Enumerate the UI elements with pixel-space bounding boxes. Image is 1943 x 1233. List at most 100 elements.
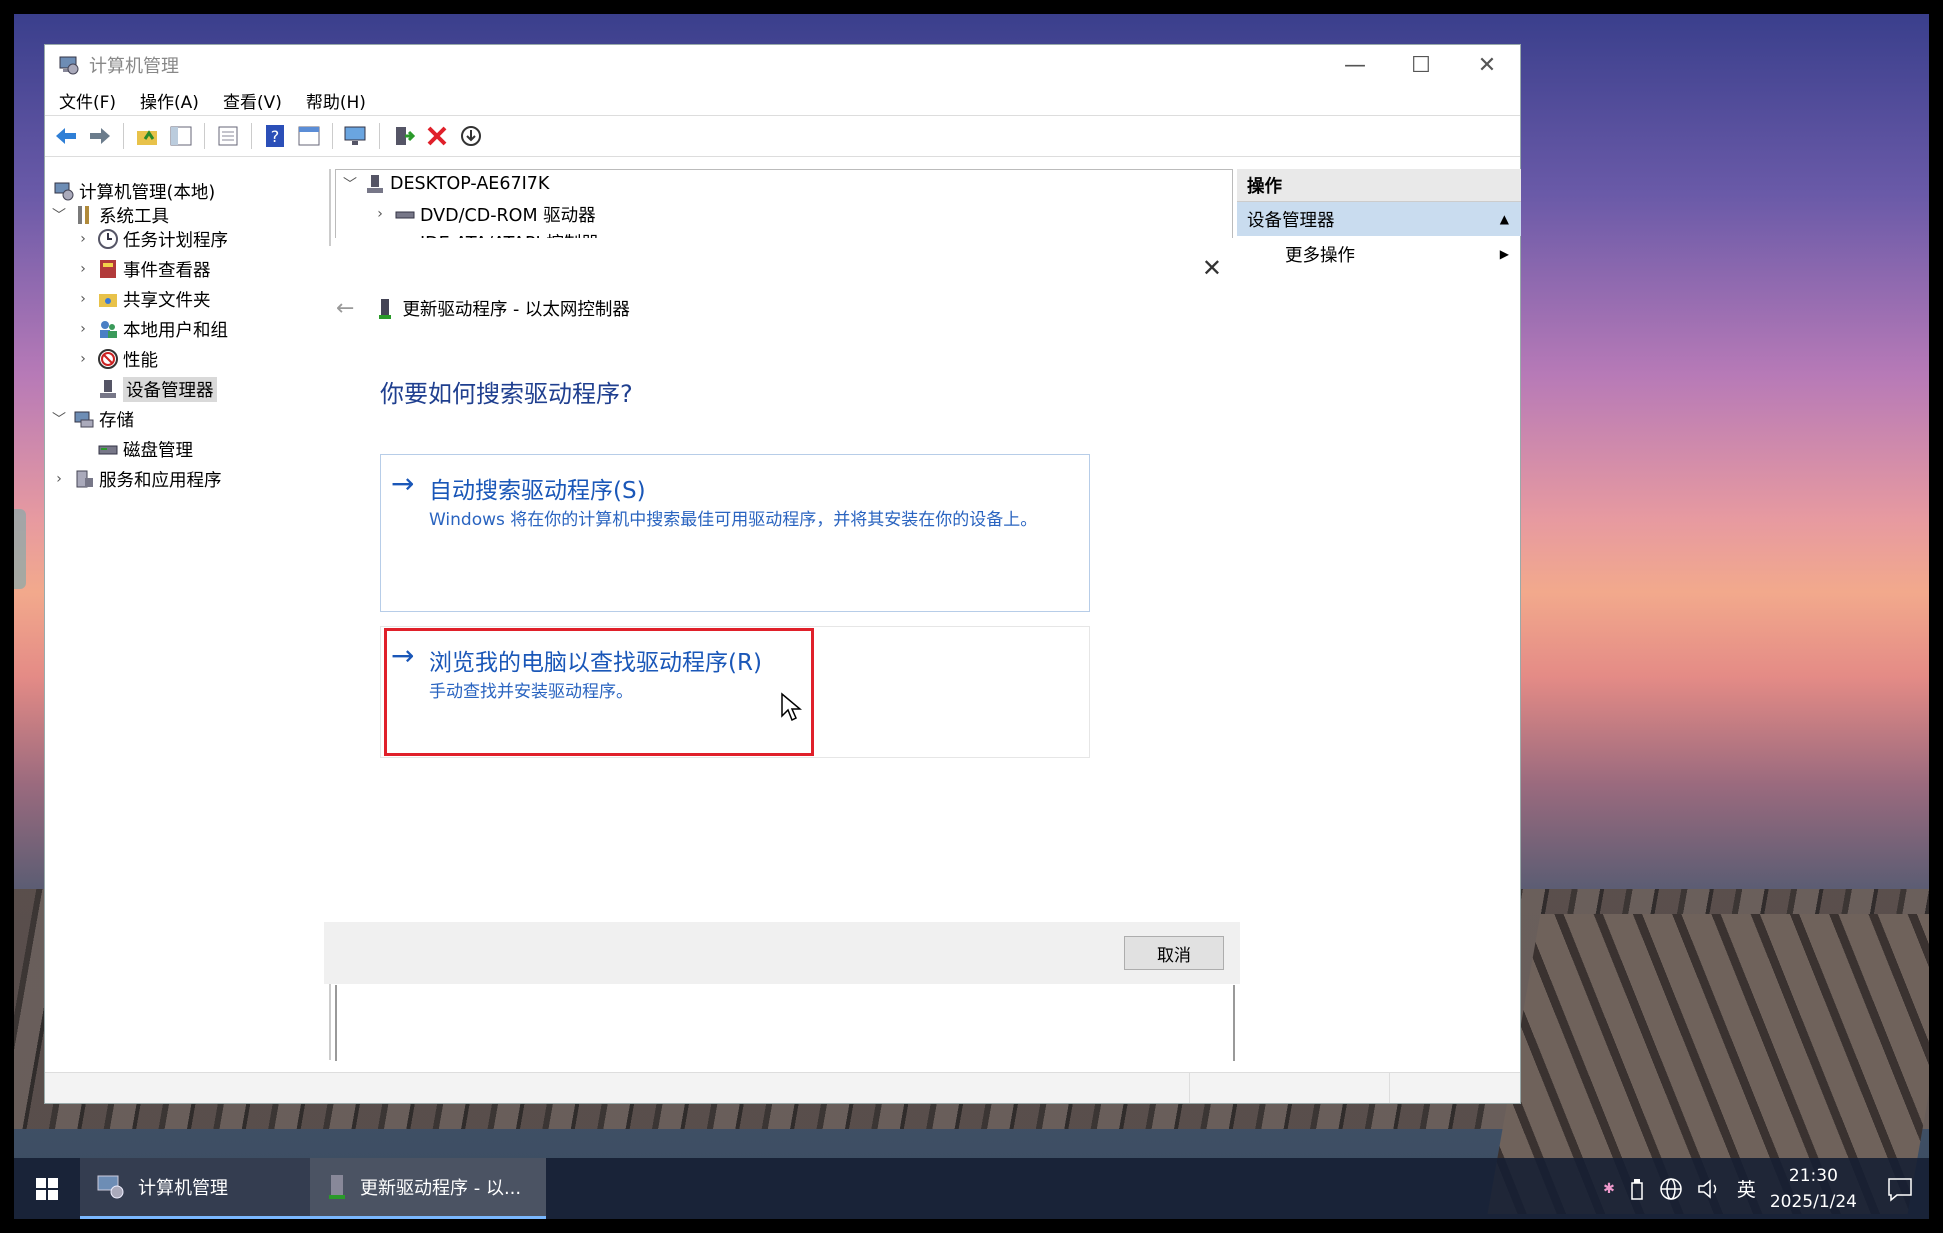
menu-action[interactable]: 操作(A) xyxy=(140,88,199,113)
chevron-right-icon[interactable]: › xyxy=(49,471,69,487)
help-icon[interactable]: ? xyxy=(260,121,290,151)
tree-label-services: 服务和应用程序 xyxy=(99,470,222,491)
taskbar-computer-management[interactable]: 计算机管理 xyxy=(80,1158,310,1219)
clock[interactable]: 21:30 2025/1/24 xyxy=(1770,1163,1857,1215)
toolbar: ? xyxy=(45,115,1520,157)
dialog-header: ← 更新驱动程序 - 以太网控制器 xyxy=(336,296,630,321)
tools-icon xyxy=(78,206,89,224)
clock-date: 2025/1/24 xyxy=(1769,1191,1857,1212)
menu-view[interactable]: 查看(V) xyxy=(223,88,282,113)
window-title: 计算机管理 xyxy=(89,56,179,77)
dialog-footer: 取消 xyxy=(324,922,1240,984)
chevron-right-icon[interactable]: › xyxy=(73,321,93,337)
device-item-dvd[interactable]: › DVD/CD-ROM 驱动器 xyxy=(370,200,596,228)
network-adapter-icon xyxy=(379,298,392,319)
tree-item-disk-management[interactable]: 磁盘管理 xyxy=(93,435,193,463)
update-driver-icon[interactable] xyxy=(388,121,418,151)
actions-section-device-manager[interactable]: 设备管理器 ▲ xyxy=(1237,202,1521,236)
cancel-button[interactable]: 取消 xyxy=(1124,936,1224,970)
collapse-up-icon[interactable]: ▲ xyxy=(1500,212,1509,226)
forward-arrow-icon[interactable] xyxy=(85,121,115,151)
tree-item-local-users[interactable]: › 本地用户和组 xyxy=(73,315,228,343)
chevron-right-icon[interactable]: › xyxy=(370,206,390,222)
tree-item-shared-folders[interactable]: › 共享文件夹 xyxy=(73,285,210,313)
svg-text:?: ? xyxy=(271,127,280,146)
computer-icon xyxy=(367,175,383,193)
tree-label-device-manager: 设备管理器 xyxy=(123,376,217,402)
taskbar-label-computer-management: 计算机管理 xyxy=(138,1178,228,1199)
device-item-computer[interactable]: ﹀ DESKTOP-AE67I7K xyxy=(340,170,549,198)
tree-item-device-manager[interactable]: 设备管理器 xyxy=(93,375,217,403)
chevron-right-icon[interactable]: › xyxy=(73,351,93,367)
services-icon xyxy=(76,470,93,488)
device-label-dvd: DVD/CD-ROM 驱动器 xyxy=(420,205,596,226)
minimize-button[interactable]: — xyxy=(1322,45,1388,85)
clock-time: 21:30 xyxy=(1788,1165,1838,1186)
tree-label-system-tools: 系统工具 xyxy=(99,206,169,227)
menu-bar: 文件(F) 操作(A) 查看(V) 帮助(H) xyxy=(45,85,1520,115)
tree-label-disk-management: 磁盘管理 xyxy=(123,440,193,461)
tree-item-event-viewer[interactable]: › 事件查看器 xyxy=(73,255,211,283)
chevron-down-icon[interactable]: ﹀ xyxy=(49,205,69,225)
console-view-icon[interactable] xyxy=(294,121,324,151)
device-item-ide[interactable]: › IDE ATA/ATAPI 控制器 xyxy=(370,228,599,239)
chevron-right-icon[interactable]: › xyxy=(370,234,390,238)
volume-icon[interactable] xyxy=(1697,1177,1723,1201)
taskbar-update-driver[interactable]: 更新驱动程序 - 以... xyxy=(310,1158,546,1219)
tree-item-performance[interactable]: › 性能 xyxy=(73,345,158,373)
actions-more-label: 更多操作 xyxy=(1285,245,1355,266)
uninstall-device-icon[interactable] xyxy=(422,121,452,151)
menu-file[interactable]: 文件(F) xyxy=(59,88,116,113)
dialog-question: 你要如何搜索驱动程序? xyxy=(380,380,633,408)
start-button[interactable] xyxy=(14,1158,80,1219)
usb-icon[interactable] xyxy=(1629,1177,1645,1201)
auto-search-option[interactable]: → 自动搜索驱动程序(S) Windows 将在你的计算机中搜索最佳可用驱动程序… xyxy=(380,454,1090,612)
disk-icon xyxy=(98,445,118,455)
chevron-down-icon[interactable]: ﹀ xyxy=(49,409,69,429)
tree-item-services[interactable]: › 服务和应用程序 xyxy=(49,465,222,493)
actions-section-label: 设备管理器 xyxy=(1247,210,1335,231)
color-dots-icon[interactable]: ✱ xyxy=(1603,1181,1615,1197)
menu-help[interactable]: 帮助(H) xyxy=(306,88,366,113)
arrow-right-icon: → xyxy=(391,467,415,500)
up-folder-icon[interactable] xyxy=(132,121,162,151)
notification-icon[interactable] xyxy=(1885,1175,1915,1203)
computer-management-icon xyxy=(59,56,79,75)
users-icon xyxy=(100,321,117,338)
chevron-right-icon[interactable]: › xyxy=(73,231,93,247)
tree-label-performance: 性能 xyxy=(123,350,158,371)
back-arrow-icon[interactable]: ← xyxy=(336,296,354,321)
mouse-cursor-icon xyxy=(781,692,802,722)
update-driver-icon xyxy=(329,1175,345,1199)
device-label-computer: DESKTOP-AE67I7K xyxy=(390,174,550,194)
back-arrow-icon[interactable] xyxy=(51,121,81,151)
chevron-right-icon[interactable]: › xyxy=(73,261,93,277)
tree-label-event-viewer: 事件查看器 xyxy=(123,260,211,281)
tree-item-storage[interactable]: ﹀ 存储 xyxy=(49,405,134,433)
ime-indicator[interactable]: 英 xyxy=(1737,1175,1756,1202)
dialog-close-button[interactable]: ✕ xyxy=(1202,254,1222,282)
close-button[interactable]: ✕ xyxy=(1454,45,1520,85)
properties-icon[interactable] xyxy=(213,121,243,151)
network-globe-icon[interactable] xyxy=(1659,1177,1683,1201)
tree-item-task-scheduler[interactable]: › 任务计划程序 xyxy=(73,225,228,253)
show-hide-tree-icon[interactable] xyxy=(166,121,196,151)
shared-folder-icon xyxy=(99,294,117,307)
scan-hardware-icon[interactable] xyxy=(341,121,371,151)
chevron-down-icon[interactable]: ﹀ xyxy=(340,174,360,194)
title-bar[interactable]: 计算机管理 — ☐ ✕ xyxy=(45,45,1520,85)
device-label-ide: IDE ATA/ATAPI 控制器 xyxy=(420,230,599,239)
submenu-arrow-icon: ▶ xyxy=(1499,247,1509,261)
status-bar xyxy=(45,1072,1520,1103)
performance-icon xyxy=(98,349,118,369)
side-handle[interactable] xyxy=(14,509,26,589)
taskbar: 计算机管理 更新驱动程序 - 以... ✱ 英 21:30 2025/1/24 xyxy=(14,1158,1929,1219)
computer-management-icon xyxy=(97,1175,124,1199)
chevron-right-icon[interactable]: › xyxy=(73,291,93,307)
storage-icon xyxy=(74,411,94,428)
enable-device-icon[interactable] xyxy=(456,121,486,151)
maximize-button[interactable]: ☐ xyxy=(1388,45,1454,85)
actions-more[interactable]: 更多操作 ▶ xyxy=(1237,236,1521,272)
tree-label-task-scheduler: 任务计划程序 xyxy=(123,230,228,251)
device-list-pane: ﹀ DESKTOP-AE67I7K › DVD/CD-ROM 驱动器 › IDE… xyxy=(335,169,1233,238)
